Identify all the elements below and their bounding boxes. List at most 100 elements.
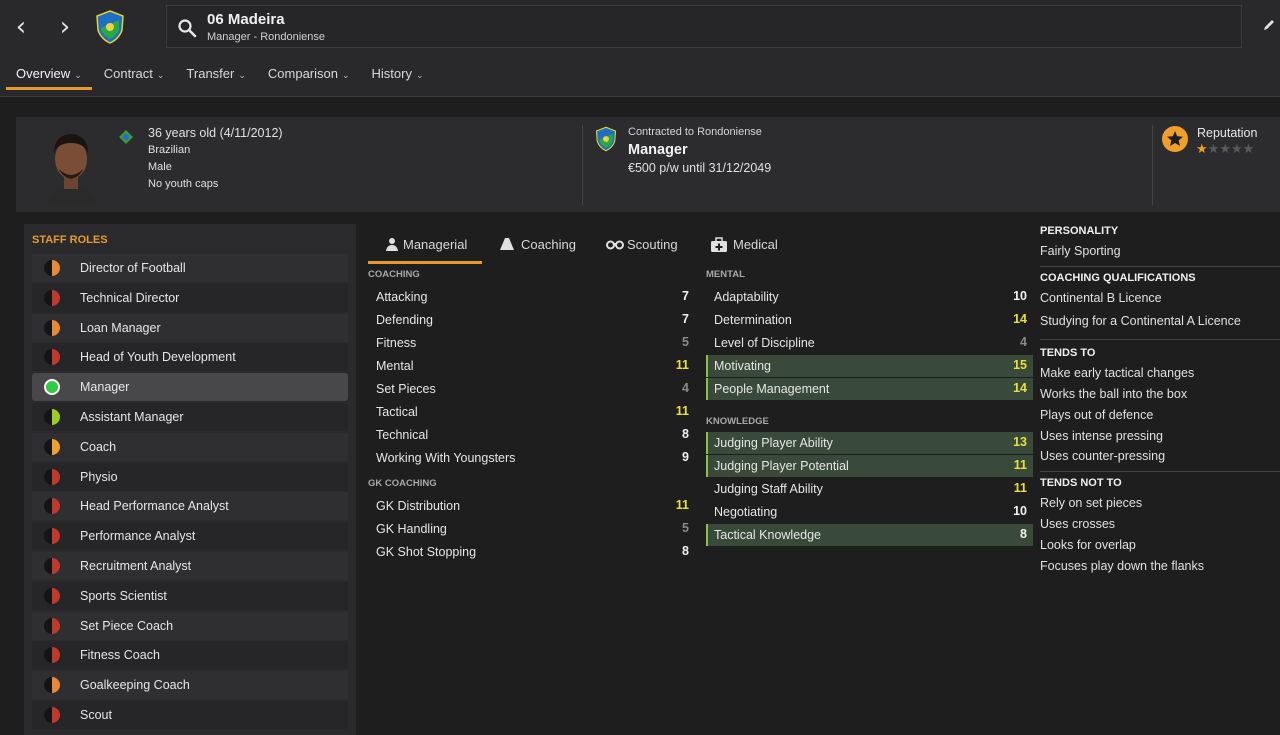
tab-managerial[interactable]: Managerial [368, 228, 482, 264]
chevron-down-icon: ⌄ [415, 70, 424, 80]
attribute-row[interactable]: Mental 11 [368, 355, 695, 377]
attribute-row[interactable]: Attacking 7 [368, 286, 695, 308]
attribute-row[interactable]: Judging Player Ability 13 [706, 432, 1033, 454]
tab-history[interactable]: History ⌄ [362, 60, 434, 90]
staff-role-item[interactable]: Head Performance Analyst [32, 492, 348, 521]
attribute-value: 14 [1013, 312, 1027, 326]
attribute-name: Mental [376, 359, 414, 373]
attribute-row[interactable]: GK Distribution 11 [368, 495, 695, 517]
forward-button[interactable]: › [51, 14, 79, 42]
attribute-name: Level of Discipline [714, 336, 815, 350]
contract-role: Manager [628, 142, 688, 158]
contract-club[interactable]: Contracted to Rondoniense [628, 126, 771, 138]
staff-role-item[interactable]: Performance Analyst [32, 522, 348, 551]
tab-comparison[interactable]: Comparison ⌄ [258, 60, 360, 90]
staff-role-item[interactable]: Recruitment Analyst [32, 552, 348, 580]
role-rating-dot [44, 617, 60, 634]
staff-role-item[interactable]: Loan Manager [32, 313, 348, 342]
attribute-value: 7 [682, 312, 689, 326]
staff-role-item[interactable]: Technical Director [32, 283, 348, 312]
attribute-name: Defending [376, 313, 433, 327]
gk-coaching-group-title: GK COACHING [368, 478, 437, 489]
attribute-row[interactable]: Level of Discipline 4 [706, 332, 1033, 354]
attribute-row[interactable]: Judging Staff Ability 11 [706, 478, 1033, 500]
chevron-down-icon: ⌄ [238, 70, 246, 80]
staff-role-item[interactable]: Set Piece Coach [32, 611, 348, 640]
tab-label: Comparison [267, 66, 338, 81]
attribute-row[interactable]: Tactical 11 [368, 401, 695, 423]
edit-icon[interactable] [1262, 18, 1276, 37]
attribute-row[interactable]: Negotiating 10 [706, 501, 1033, 523]
attribute-value: 11 [675, 404, 689, 418]
attribute-name: Set Pieces [376, 382, 436, 396]
attribute-row[interactable]: GK Handling 5 [368, 518, 695, 540]
tab-transfer[interactable]: Transfer ⌄ [176, 60, 255, 90]
staff-role-item[interactable]: Head of Youth Development [32, 343, 348, 372]
personality-title: PERSONALITY [1040, 225, 1119, 237]
attribute-name: Tactical [376, 405, 418, 419]
tab-label: Managerial [403, 237, 468, 252]
attribute-value: 5 [682, 335, 689, 349]
attribute-row[interactable]: Defending 7 [368, 309, 695, 331]
attribute-row[interactable]: Technical 8 [368, 424, 695, 446]
staff-role-label: Sports Scientist [80, 588, 167, 603]
attribute-row[interactable]: Set Pieces 4 [368, 378, 695, 400]
attribute-row[interactable]: Tactical Knowledge 8 [706, 524, 1033, 546]
tab-medical[interactable]: Medical [710, 228, 800, 264]
tab-label: History [371, 66, 412, 81]
role-rating-dot [44, 438, 60, 455]
reputation-stars: ★★★★★ [1196, 142, 1254, 157]
attribute-name: GK Handling [376, 522, 447, 536]
tab-contract[interactable]: Contract ⌄ [94, 60, 175, 90]
attribute-name: Adaptability [714, 290, 779, 304]
divider [1040, 471, 1280, 472]
club-badge-icon[interactable] [95, 10, 125, 49]
role-rating-dot [44, 260, 60, 276]
staff-role-label: Head of Youth Development [80, 350, 236, 365]
attribute-row[interactable]: Working With Youngsters 9 [368, 447, 695, 469]
staff-role-label: Director of Football [80, 261, 186, 275]
tends-to-item: Plays out of defence [1040, 408, 1154, 422]
qualifications-title: COACHING QUALIFICATIONS [1040, 272, 1196, 284]
attribute-row[interactable]: People Management 14 [706, 378, 1033, 400]
staff-role-item[interactable]: Fitness Coach [32, 641, 348, 670]
attribute-row[interactable]: Motivating 15 [706, 355, 1033, 377]
attribute-value: 15 [1013, 358, 1027, 372]
staff-role-item[interactable]: Physio [32, 462, 348, 491]
tab-overview[interactable]: Overview ⌄ [6, 60, 92, 90]
role-rating-dot [44, 379, 60, 396]
attribute-row[interactable]: GK Shot Stopping 8 [368, 541, 695, 563]
attribute-row[interactable]: Fitness 5 [368, 332, 695, 354]
staff-role-item[interactable]: Director of Football [32, 254, 348, 282]
tends-to-item: Uses intense pressing [1040, 429, 1163, 443]
tab-coaching[interactable]: Coaching [498, 228, 588, 264]
attribute-value: 10 [1013, 289, 1027, 303]
profile-title-box[interactable]: 06 Madeira Manager - Rondoniense [166, 5, 1242, 48]
tends-not-to-item: Focuses play down the flanks [1040, 559, 1204, 573]
role-rating-dot [44, 707, 60, 723]
staff-role-item[interactable]: Sports Scientist [32, 581, 348, 610]
tab-label: Overview [16, 66, 71, 81]
chevron-down-icon: ⌄ [156, 70, 165, 80]
club-badge-icon[interactable] [595, 126, 617, 157]
star-empty-icon: ★ [1207, 142, 1220, 157]
chevron-down-icon: ⌄ [74, 70, 82, 80]
tends-to-item: Works the ball into the box [1040, 387, 1188, 401]
staff-face-avatar [42, 125, 100, 210]
back-button[interactable]: ‹ [7, 14, 35, 42]
search-icon[interactable] [177, 18, 197, 43]
staff-role-item[interactable]: Scout [32, 701, 348, 729]
attribute-value: 4 [1020, 335, 1027, 349]
staff-role-label: Coach [80, 439, 117, 454]
attribute-row[interactable]: Adaptability 10 [706, 286, 1033, 308]
staff-role-item[interactable]: Manager [32, 373, 348, 402]
attribute-row[interactable]: Judging Player Potential 11 [706, 455, 1033, 477]
attribute-value: 13 [1013, 435, 1027, 449]
staff-role-item[interactable]: Coach [32, 432, 348, 461]
attribute-name: GK Distribution [376, 499, 461, 513]
tab-label: Scouting [627, 237, 678, 252]
attribute-row[interactable]: Determination 14 [706, 309, 1033, 331]
staff-role-item[interactable]: Goalkeeping Coach [32, 671, 348, 700]
staff-role-item[interactable]: Assistant Manager [32, 403, 348, 431]
tab-scouting[interactable]: Scouting [606, 228, 696, 264]
